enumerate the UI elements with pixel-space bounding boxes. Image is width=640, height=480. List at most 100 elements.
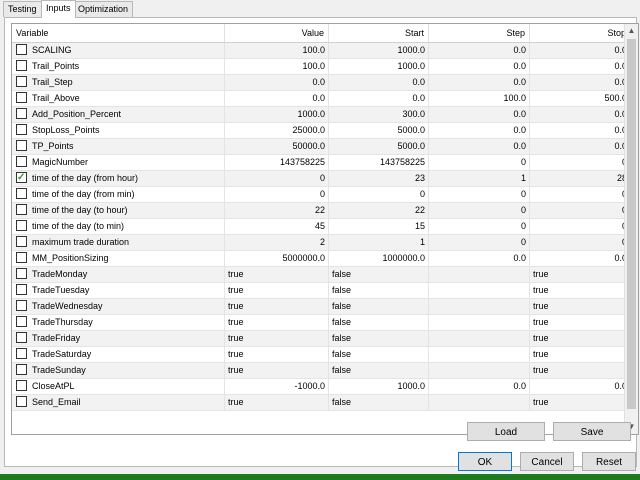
step-cell[interactable]: 0.0 [429,43,530,58]
table-row[interactable]: Trail_Step 0.0 0.0 0.0 0.0 [12,75,631,91]
table-row[interactable]: StopLoss_Points 25000.0 5000.0 0.0 0.0 [12,123,631,139]
vertical-scrollbar[interactable]: ▲ ▼ [624,24,638,434]
table-row[interactable]: TradeTuesday true false true [12,283,631,299]
step-cell[interactable]: 0.0 [429,139,530,154]
start-cell[interactable]: 23 [329,171,429,186]
value-cell[interactable]: true [225,299,329,314]
stop-cell[interactable]: true [530,395,631,410]
step-cell[interactable]: 0.0 [429,107,530,122]
value-cell[interactable]: true [225,347,329,362]
optimize-checkbox[interactable] [16,268,27,279]
column-header-stop[interactable]: Stop [530,24,631,42]
step-cell[interactable] [429,395,530,410]
start-cell[interactable]: false [329,331,429,346]
table-row[interactable]: TradeMonday true false true [12,267,631,283]
optimize-checkbox[interactable] [16,124,27,135]
optimize-checkbox[interactable] [16,396,27,407]
start-cell[interactable]: 0.0 [329,75,429,90]
table-row[interactable]: time of the day (to min)451500 [12,219,631,235]
step-cell[interactable]: 0.0 [429,59,530,74]
stop-cell[interactable]: 0.0 [530,139,631,154]
cancel-button[interactable]: Cancel [520,452,574,471]
table-row[interactable]: TradeThursday true false true [12,315,631,331]
stop-cell[interactable]: 0.0 [530,123,631,138]
step-cell[interactable] [429,299,530,314]
stop-cell[interactable]: true [530,331,631,346]
value-cell[interactable]: -1000.0 [225,379,329,394]
step-cell[interactable] [429,363,530,378]
start-cell[interactable]: 22 [329,203,429,218]
value-cell[interactable]: 5000000.0 [225,251,329,266]
start-cell[interactable]: false [329,315,429,330]
start-cell[interactable]: 143758225 [329,155,429,170]
value-cell[interactable]: 0 [225,171,329,186]
optimize-checkbox[interactable] [16,108,27,119]
value-cell[interactable]: true [225,363,329,378]
start-cell[interactable]: false [329,283,429,298]
optimize-checkbox[interactable] [16,171,27,185]
step-cell[interactable]: 0 [429,187,530,202]
start-cell[interactable]: 1000.0 [329,379,429,394]
start-cell[interactable]: 5000.0 [329,139,429,154]
value-cell[interactable]: 50000.0 [225,139,329,154]
optimize-checkbox[interactable] [16,156,27,167]
stop-cell[interactable]: 0 [530,203,631,218]
save-button[interactable]: Save [553,422,631,441]
stop-cell[interactable]: 0 [530,235,631,250]
optimize-checkbox[interactable] [16,316,27,327]
reset-button[interactable]: Reset [582,452,636,471]
optimize-checkbox[interactable] [16,204,27,215]
stop-cell[interactable]: true [530,267,631,282]
value-cell[interactable]: 2 [225,235,329,250]
start-cell[interactable]: 1 [329,235,429,250]
table-row[interactable]: TradeSunday true false true [12,363,631,379]
table-row[interactable]: TradeFriday true false true [12,331,631,347]
table-row[interactable]: TradeWednesday true false true [12,299,631,315]
step-cell[interactable] [429,347,530,362]
table-row[interactable]: CloseAtPL -1000.0 1000.0 0.0 0.0 [12,379,631,395]
step-cell[interactable]: 0 [429,203,530,218]
optimize-checkbox[interactable] [16,284,27,295]
value-cell[interactable]: true [225,331,329,346]
optimize-checkbox[interactable] [16,220,27,231]
start-cell[interactable]: 1000000.0 [329,251,429,266]
start-cell[interactable]: 1000.0 [329,43,429,58]
start-cell[interactable]: false [329,347,429,362]
step-cell[interactable]: 0.0 [429,379,530,394]
optimize-checkbox[interactable] [16,140,27,151]
value-cell[interactable]: 0.0 [225,91,329,106]
step-cell[interactable]: 1 [429,171,530,186]
table-row[interactable]: TradeSaturday true false true [12,347,631,363]
start-cell[interactable]: false [329,395,429,410]
optimize-checkbox[interactable] [16,188,27,199]
optimize-checkbox[interactable] [16,76,27,87]
step-cell[interactable]: 0.0 [429,251,530,266]
step-cell[interactable] [429,283,530,298]
start-cell[interactable]: 1000.0 [329,59,429,74]
column-header-variable[interactable]: Variable [12,24,225,42]
value-cell[interactable]: 100.0 [225,59,329,74]
column-header-value[interactable]: Value [225,24,329,42]
start-cell[interactable]: false [329,267,429,282]
scroll-thumb[interactable] [627,39,636,409]
table-row[interactable]: MM_PositionSizing 5000000.0 1000000.0 0.0 0.… [12,251,631,267]
stop-cell[interactable]: 0 [530,219,631,234]
value-cell[interactable]: 0 [225,187,329,202]
step-cell[interactable]: 0.0 [429,123,530,138]
value-cell[interactable]: true [225,267,329,282]
table-row[interactable]: TP_Points 50000.0 5000.0 0.0 0.0 [12,139,631,155]
step-cell[interactable] [429,267,530,282]
optimize-checkbox[interactable] [16,60,27,71]
optimize-checkbox[interactable] [16,380,27,391]
table-row[interactable]: time of the day (from min)0000 [12,187,631,203]
optimize-checkbox[interactable] [16,364,27,375]
optimize-checkbox[interactable] [16,236,27,247]
start-cell[interactable]: 0 [329,187,429,202]
stop-cell[interactable]: true [530,347,631,362]
optimize-checkbox[interactable] [16,300,27,311]
value-cell[interactable]: 45 [225,219,329,234]
step-cell[interactable]: 0 [429,235,530,250]
stop-cell[interactable]: 0.0 [530,379,631,394]
stop-cell[interactable]: 0.0 [530,107,631,122]
optimize-checkbox[interactable] [16,252,27,263]
